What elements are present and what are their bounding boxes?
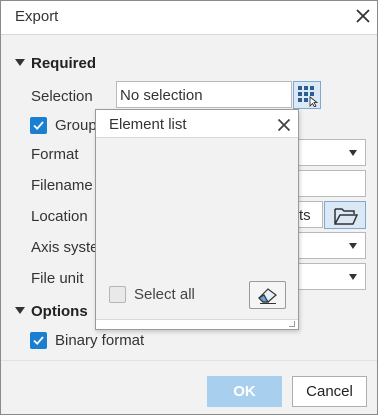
chevron-down-icon	[349, 150, 357, 156]
ok-button[interactable]: OK	[207, 376, 282, 407]
format-label: Format	[31, 146, 79, 163]
dialog-title: Export	[15, 8, 59, 25]
resize-grip[interactable]	[289, 321, 295, 327]
required-section-header[interactable]: Required	[31, 55, 96, 72]
location-label: Location	[31, 208, 88, 225]
grid-select-icon	[297, 85, 319, 111]
chevron-down-icon	[349, 274, 357, 280]
element-list[interactable]: Select all	[96, 137, 298, 320]
selection-value: No selection	[120, 87, 203, 104]
folder-open-icon	[334, 206, 359, 230]
clear-list-button[interactable]	[249, 281, 286, 309]
close-icon[interactable]	[355, 8, 371, 24]
selection-label: Selection	[31, 88, 93, 105]
eraser-icon	[256, 285, 280, 309]
selection-field[interactable]: No selection	[116, 81, 292, 108]
group-checkbox[interactable]	[30, 117, 47, 134]
filename-label: Filename	[31, 177, 93, 194]
title-bar: Export	[1, 1, 377, 34]
browse-folder-button[interactable]	[324, 201, 366, 229]
binary-format-checkbox[interactable]	[30, 332, 47, 349]
close-icon[interactable]	[277, 118, 291, 132]
collapse-options-icon[interactable]	[15, 307, 25, 314]
chevron-down-icon	[349, 243, 357, 249]
select-elements-button[interactable]	[293, 81, 321, 109]
select-all-checkbox[interactable]	[109, 286, 126, 303]
location-value: ts	[299, 207, 311, 224]
binary-format-label: Binary format	[55, 332, 145, 349]
element-list-popup: Element list Select all	[95, 109, 299, 330]
file-unit-label: File unit	[31, 270, 84, 287]
axis-system-label: Axis syste	[31, 239, 99, 256]
cancel-button[interactable]: Cancel	[292, 376, 367, 407]
options-section-header[interactable]: Options	[31, 303, 88, 320]
select-all-label: Select all	[134, 286, 195, 303]
element-list-title: Element list	[109, 116, 187, 133]
collapse-required-icon[interactable]	[15, 59, 25, 66]
group-label: Group	[55, 117, 97, 134]
export-dialog: Export Required Selection No selection G…	[0, 0, 378, 415]
